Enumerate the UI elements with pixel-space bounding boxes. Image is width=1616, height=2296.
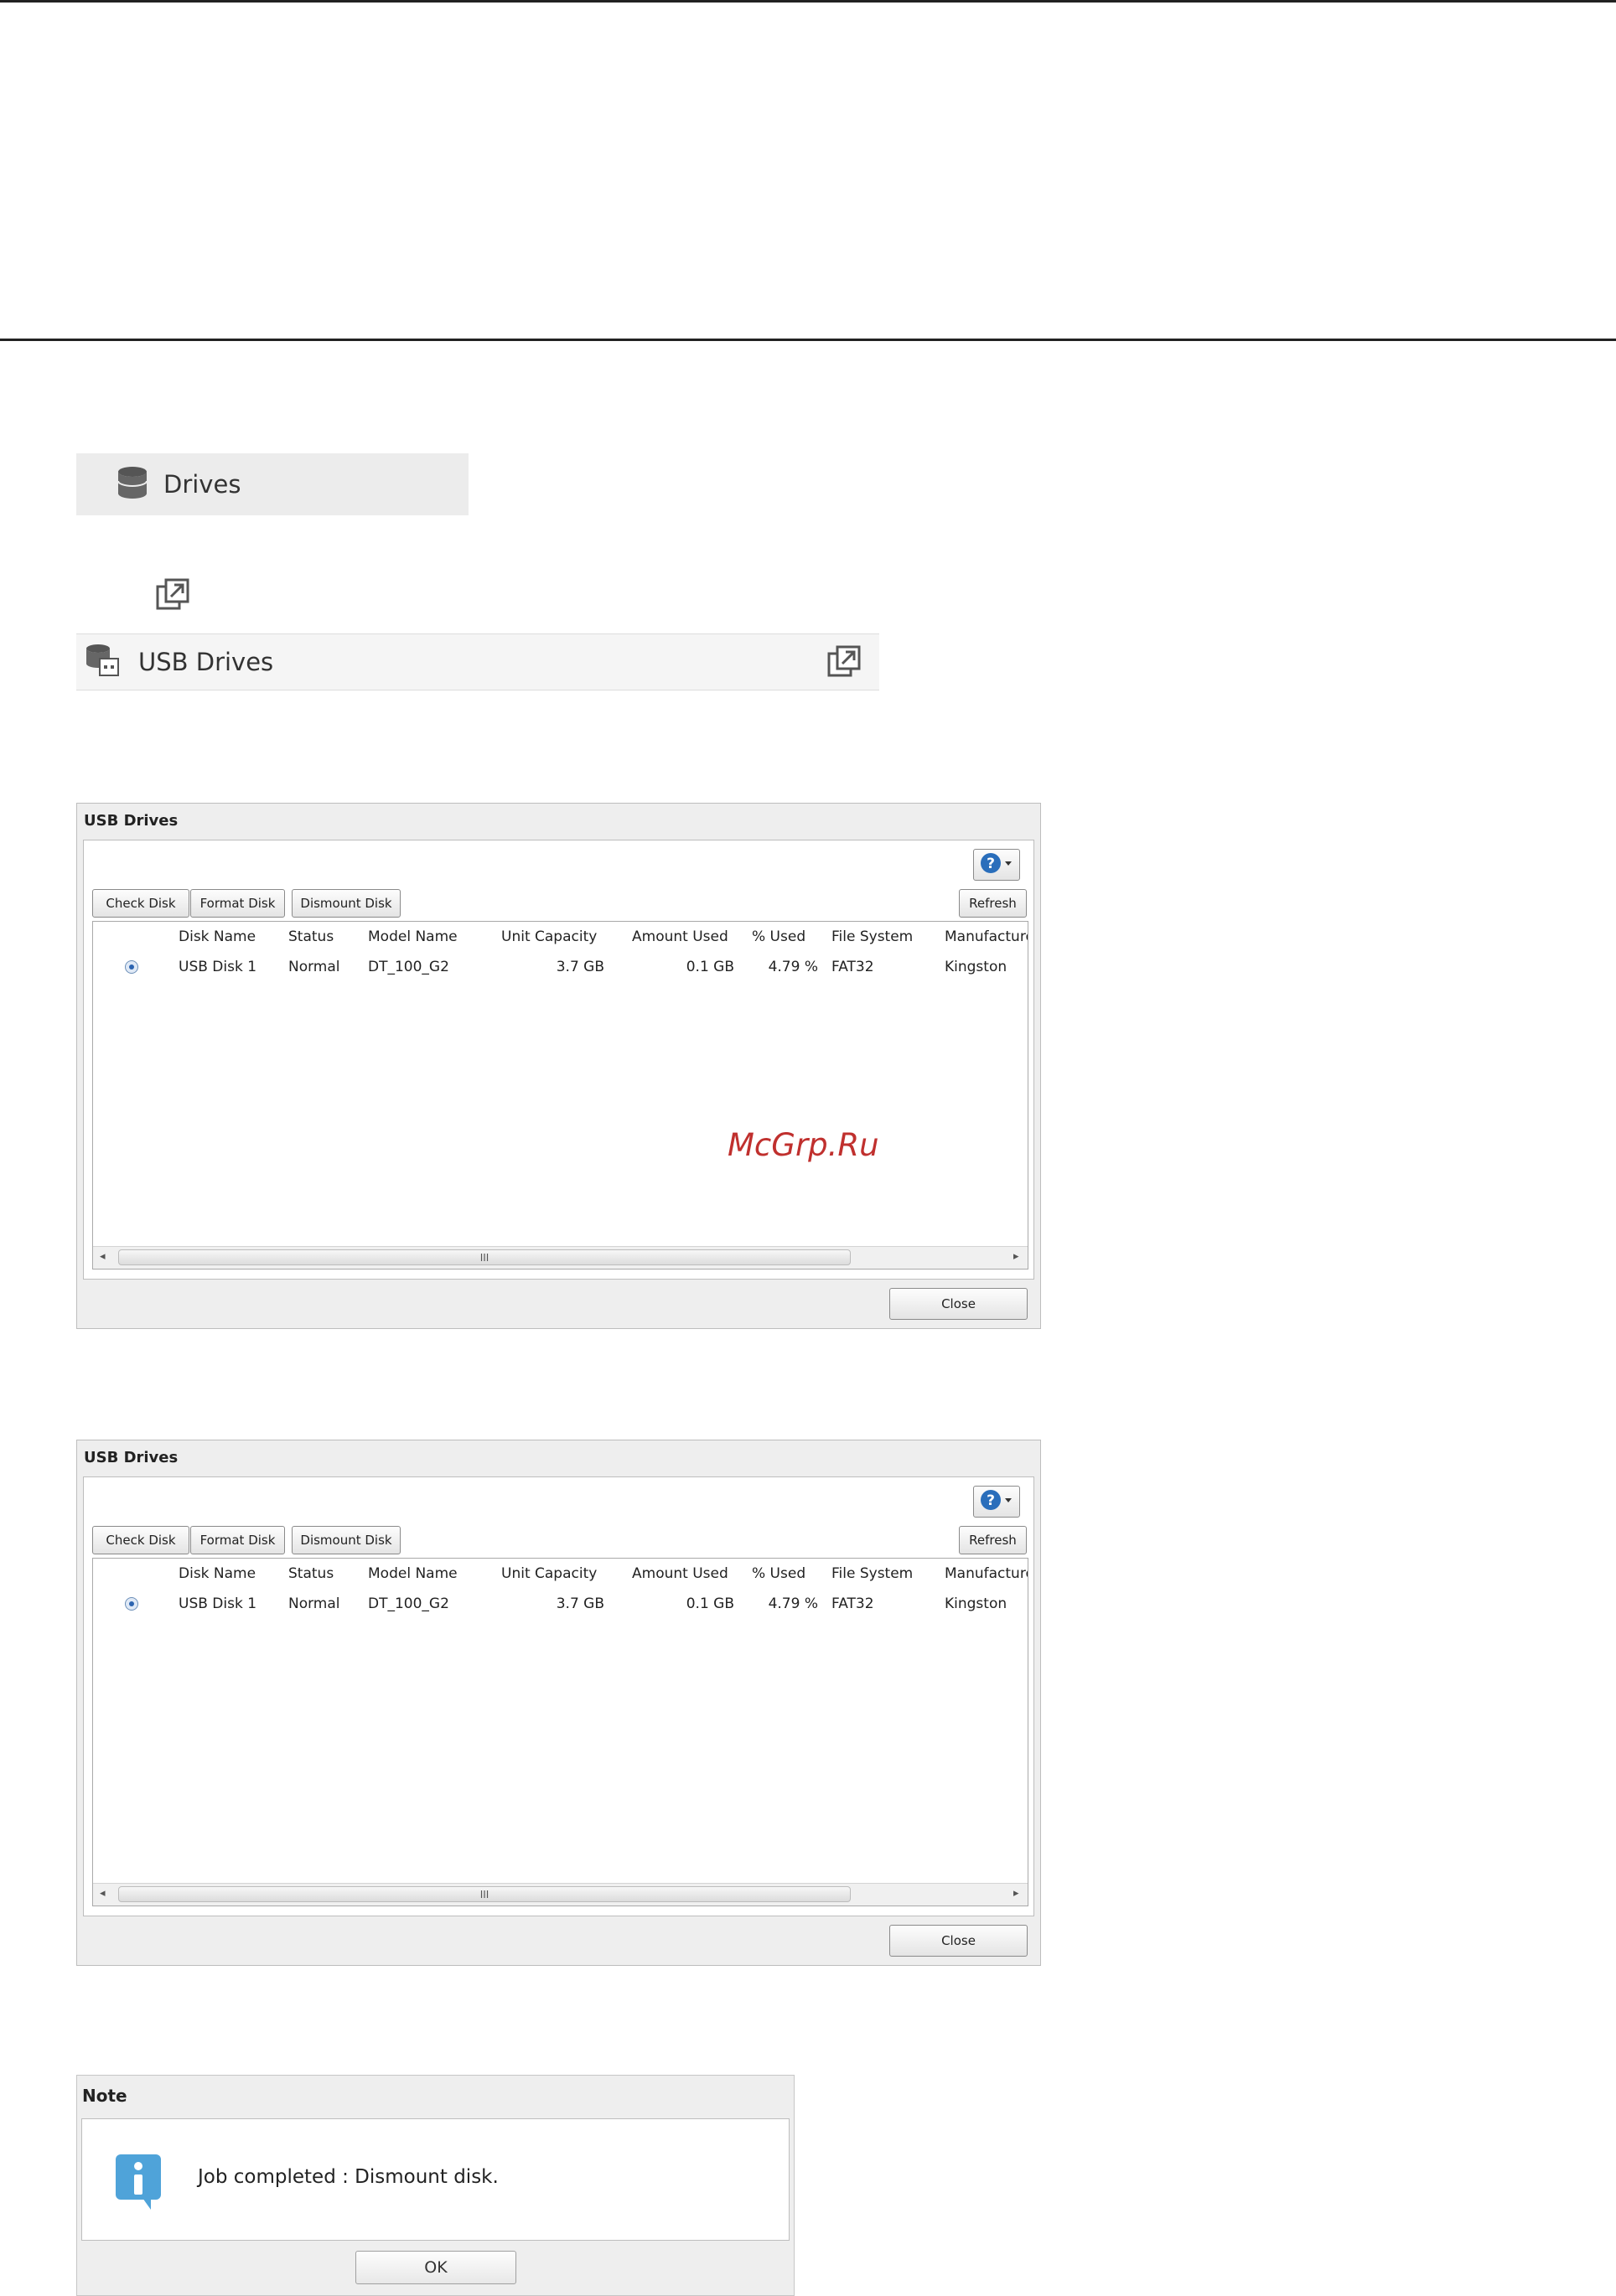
col-unit-capacity[interactable]: Unit Capacity: [501, 928, 597, 945]
scrollbar-thumb[interactable]: III: [118, 1886, 851, 1902]
row-select-radio[interactable]: [125, 960, 138, 974]
svg-text:?: ?: [987, 856, 995, 872]
dialog-title: Note: [82, 2086, 127, 2106]
svg-text:?: ?: [987, 1492, 995, 1509]
format-disk-button[interactable]: Format Disk: [190, 889, 285, 918]
external-window-icon[interactable]: [156, 578, 189, 612]
col-unit-capacity[interactable]: Unit Capacity: [501, 1565, 597, 1582]
cell-model: DT_100_G2: [368, 959, 449, 975]
database-icon: [117, 466, 148, 503]
refresh-button[interactable]: Refresh: [959, 1526, 1027, 1554]
cell-manufacturer: Kingston: [945, 959, 1007, 975]
ok-button[interactable]: OK: [355, 2251, 516, 2284]
col-manufacturer[interactable]: Manufacture: [945, 1565, 1028, 1582]
scroll-right-icon[interactable]: ▸: [1013, 1887, 1019, 1900]
col-amount-used[interactable]: Amount Used: [632, 1565, 728, 1582]
cell-used: 0.1 GB: [686, 959, 734, 975]
col-model-name[interactable]: Model Name: [368, 928, 458, 945]
col-model-name[interactable]: Model Name: [368, 1565, 458, 1582]
cell-status: Normal: [288, 1595, 340, 1612]
col-percent-used[interactable]: % Used: [752, 928, 805, 945]
note-message: Job completed : Dismount disk.: [198, 2166, 499, 2188]
cell-capacity: 3.7 GB: [556, 1595, 604, 1612]
cell-capacity: 3.7 GB: [556, 959, 604, 975]
info-icon: [114, 2153, 163, 2215]
format-disk-button[interactable]: Format Disk: [190, 1526, 285, 1554]
scrollbar-thumb[interactable]: III: [118, 1249, 851, 1265]
refresh-button[interactable]: Refresh: [959, 889, 1027, 918]
col-status[interactable]: Status: [288, 928, 334, 945]
check-disk-button[interactable]: Check Disk: [92, 889, 189, 918]
watermark: McGrp.Ru: [728, 1127, 879, 1163]
cell-model: DT_100_G2: [368, 1595, 449, 1612]
horizontal-scrollbar[interactable]: ◂ III ▸: [93, 1246, 1028, 1269]
col-disk-name[interactable]: Disk Name: [179, 1565, 256, 1582]
col-file-system[interactable]: File System: [831, 928, 913, 945]
cell-used: 0.1 GB: [686, 1595, 734, 1612]
col-status[interactable]: Status: [288, 1565, 334, 1582]
sidebar-item-drives[interactable]: Drives: [76, 453, 469, 515]
help-button[interactable]: ?: [973, 849, 1020, 881]
scroll-left-icon[interactable]: ◂: [100, 1250, 106, 1263]
external-window-icon[interactable]: [827, 645, 861, 679]
help-icon: ?: [980, 1489, 1013, 1514]
cell-status: Normal: [288, 959, 340, 975]
table-row[interactable]: USB Disk 1 Normal DT_100_G2 3.7 GB 0.1 G…: [93, 1589, 1028, 1619]
note-dialog: Note Job completed : Dismount disk. OK: [76, 2075, 795, 2296]
col-file-system[interactable]: File System: [831, 1565, 913, 1582]
scroll-right-icon[interactable]: ▸: [1013, 1250, 1019, 1263]
dismount-disk-button[interactable]: Dismount Disk: [292, 1526, 401, 1554]
col-disk-name[interactable]: Disk Name: [179, 928, 256, 945]
usb-drives-label: USB Drives: [138, 648, 274, 676]
scroll-grip: III: [479, 1888, 489, 1900]
usb-drives-panel-header[interactable]: USB Drives: [76, 633, 879, 690]
col-amount-used[interactable]: Amount Used: [632, 928, 728, 945]
usb-drive-icon: [85, 644, 120, 680]
cell-file-system: FAT32: [831, 1595, 874, 1612]
help-icon: ?: [980, 852, 1013, 877]
table-header: Disk Name Status Model Name Unit Capacit…: [93, 922, 1028, 952]
dismount-disk-button[interactable]: Dismount Disk: [292, 889, 401, 918]
cell-disk-name: USB Disk 1: [179, 959, 257, 975]
check-disk-button[interactable]: Check Disk: [92, 1526, 189, 1554]
row-select-radio[interactable]: [125, 1597, 138, 1611]
cell-percent: 4.79 %: [768, 1595, 818, 1612]
drives-table: Disk Name Status Model Name Unit Capacit…: [92, 1558, 1028, 1906]
top-rule: [0, 0, 1616, 3]
table-header: Disk Name Status Model Name Unit Capacit…: [93, 1559, 1028, 1589]
sidebar-item-label: Drives: [163, 470, 241, 499]
col-percent-used[interactable]: % Used: [752, 1565, 805, 1582]
drives-table: Disk Name Status Model Name Unit Capacit…: [92, 921, 1028, 1270]
col-manufacturer[interactable]: Manufacture: [945, 928, 1028, 945]
scroll-grip: III: [479, 1251, 489, 1264]
cell-disk-name: USB Disk 1: [179, 1595, 257, 1612]
dialog-content: Job completed : Dismount disk.: [81, 2118, 790, 2241]
dialog-title: USB Drives: [84, 1449, 179, 1466]
help-button[interactable]: ?: [973, 1486, 1020, 1518]
usb-drives-dialog: USB Drives ? Check Disk Format Disk Dism…: [76, 803, 1041, 1329]
close-button[interactable]: Close: [889, 1288, 1028, 1320]
horizontal-scrollbar[interactable]: ◂ III ▸: [93, 1883, 1028, 1906]
usb-drives-dialog: USB Drives ? Check Disk Format Disk Dism…: [76, 1440, 1041, 1966]
section-rule: [0, 339, 1616, 341]
cell-file-system: FAT32: [831, 959, 874, 975]
dialog-title: USB Drives: [84, 812, 179, 830]
scroll-left-icon[interactable]: ◂: [100, 1887, 106, 1900]
table-row[interactable]: USB Disk 1 Normal DT_100_G2 3.7 GB 0.1 G…: [93, 952, 1028, 982]
close-button[interactable]: Close: [889, 1925, 1028, 1957]
cell-manufacturer: Kingston: [945, 1595, 1007, 1612]
cell-percent: 4.79 %: [768, 959, 818, 975]
